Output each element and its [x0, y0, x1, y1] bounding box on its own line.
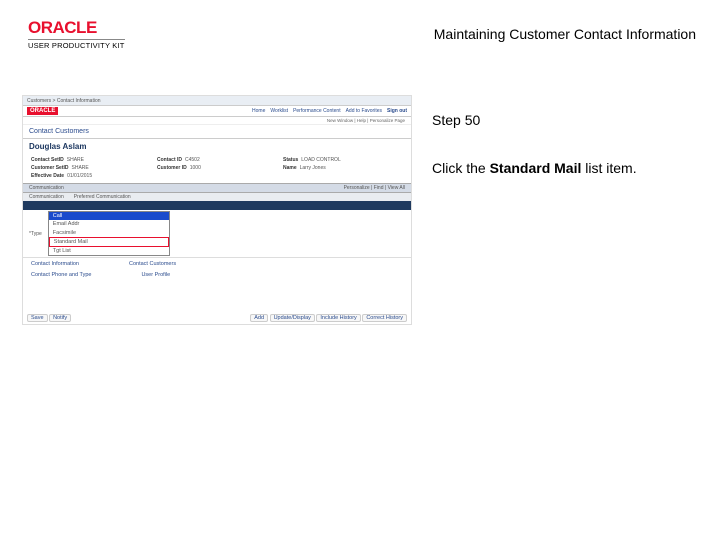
instructions-pane: Step 50 Click the Standard Mail list ite…: [432, 95, 696, 325]
ss-topbar: Customers > Contact Information: [23, 96, 411, 106]
ss-dd-tgt[interactable]: Tgt List: [49, 247, 169, 255]
ss-phone-type[interactable]: Contact Phone and Type: [31, 272, 91, 278]
main-content: Customers > Contact Information ORACLE H…: [22, 95, 696, 325]
ss-section-title: Contact Customers: [23, 125, 411, 139]
ss-dd-call[interactable]: Call: [49, 212, 169, 220]
ss-contact-info[interactable]: Contact Information: [31, 261, 79, 267]
ss-footer-left: Save Notify: [27, 314, 71, 322]
instruction-text: Click the Standard Mail list item.: [432, 159, 696, 179]
ss-field: Effective Date01/01/2015: [31, 173, 151, 179]
correct-button[interactable]: Correct History: [362, 314, 407, 322]
ss-type-row: *Type Call Email Addr Facsimile Standard…: [23, 210, 411, 258]
embedded-screenshot: Customers > Contact Information ORACLE H…: [22, 95, 412, 325]
ss-gray-r: Preferred Communication: [74, 194, 131, 200]
ss-field: NameLarry Jones: [283, 165, 403, 171]
instr-part1: Click the: [432, 160, 490, 176]
ss-contact-cust[interactable]: Contact Customers: [129, 261, 176, 267]
ss-personalize[interactable]: New Window | Help | Personalize Page: [327, 118, 405, 123]
ss-gray-l: Communication: [29, 194, 64, 200]
ss-table-head: [23, 201, 411, 210]
instr-part2: list item.: [581, 160, 636, 176]
page-header: ORACLE USER PRODUCTIVITY KIT Maintaining…: [28, 18, 696, 50]
ss-footer: Save Notify Add Update/Display Include H…: [27, 314, 407, 322]
ss-field: Customer ID1000: [157, 165, 277, 171]
doc-title: Maintaining Customer Contact Information: [434, 26, 696, 42]
ss-breadcrumb: Customers > Contact Information: [27, 98, 101, 104]
instr-bold: Standard Mail: [490, 160, 582, 176]
save-button[interactable]: Save: [27, 314, 48, 322]
ss-dd-email[interactable]: Email Addr: [49, 220, 169, 228]
ss-nav-home[interactable]: Home: [252, 108, 265, 114]
ss-field: Contact IDC4502: [157, 157, 277, 163]
ss-user-profile[interactable]: User Profile: [141, 272, 170, 278]
ss-person-name: Douglas Aslam: [23, 139, 411, 155]
ss-nav-worklist[interactable]: Worklist: [270, 108, 288, 114]
ss-grayrow: Communication Preferred Communication: [23, 193, 411, 201]
oracle-logo-block: ORACLE USER PRODUCTIVITY KIT: [28, 18, 125, 50]
ss-dropdown[interactable]: Call Email Addr Facsimile Standard Mail …: [48, 211, 170, 256]
ss-personalize-row: New Window | Help | Personalize Page: [23, 117, 411, 125]
step-label: Step 50: [432, 111, 696, 131]
oracle-logo-text: ORACLE: [28, 18, 125, 38]
ss-nav-signout[interactable]: Sign out: [387, 108, 407, 114]
ss-last-labels: Contact Phone and Type User Profile: [23, 270, 411, 280]
ss-tab-label[interactable]: Communication: [29, 185, 64, 191]
ss-field: Contact SetIDSHARE: [31, 157, 151, 163]
ss-nav: Home Worklist Performance Content Add to…: [252, 108, 407, 114]
ss-nav-perf[interactable]: Performance Content: [293, 108, 341, 114]
ss-type-label: *Type: [29, 231, 42, 237]
ss-dd-fax[interactable]: Facsimile: [49, 229, 169, 237]
update-button[interactable]: Update/Display: [270, 314, 315, 322]
ss-tab-tools[interactable]: Personalize | Find | View All: [344, 185, 405, 191]
notify-button[interactable]: Notify: [49, 314, 71, 322]
ss-tab-row: Communication Personalize | Find | View …: [23, 183, 411, 193]
ss-bottom-labels: Contact Information Contact Customers: [23, 258, 411, 270]
ss-field-grid: Contact SetIDSHARE Contact IDC4502 Statu…: [23, 155, 411, 183]
ss-footer-right: Add Update/Display Include History Corre…: [250, 314, 407, 322]
ss-dd-standard-mail[interactable]: Standard Mail: [49, 237, 169, 247]
add-button[interactable]: Add: [250, 314, 268, 322]
ss-oracle-logo: ORACLE: [27, 107, 58, 115]
ss-nav-fav[interactable]: Add to Favorites: [346, 108, 382, 114]
ss-field: Customer SetIDSHARE: [31, 165, 151, 171]
ss-field: StatusLOAD CONTROL: [283, 157, 403, 163]
history-button[interactable]: Include History: [316, 314, 360, 322]
oracle-logo-sub: USER PRODUCTIVITY KIT: [28, 39, 125, 50]
